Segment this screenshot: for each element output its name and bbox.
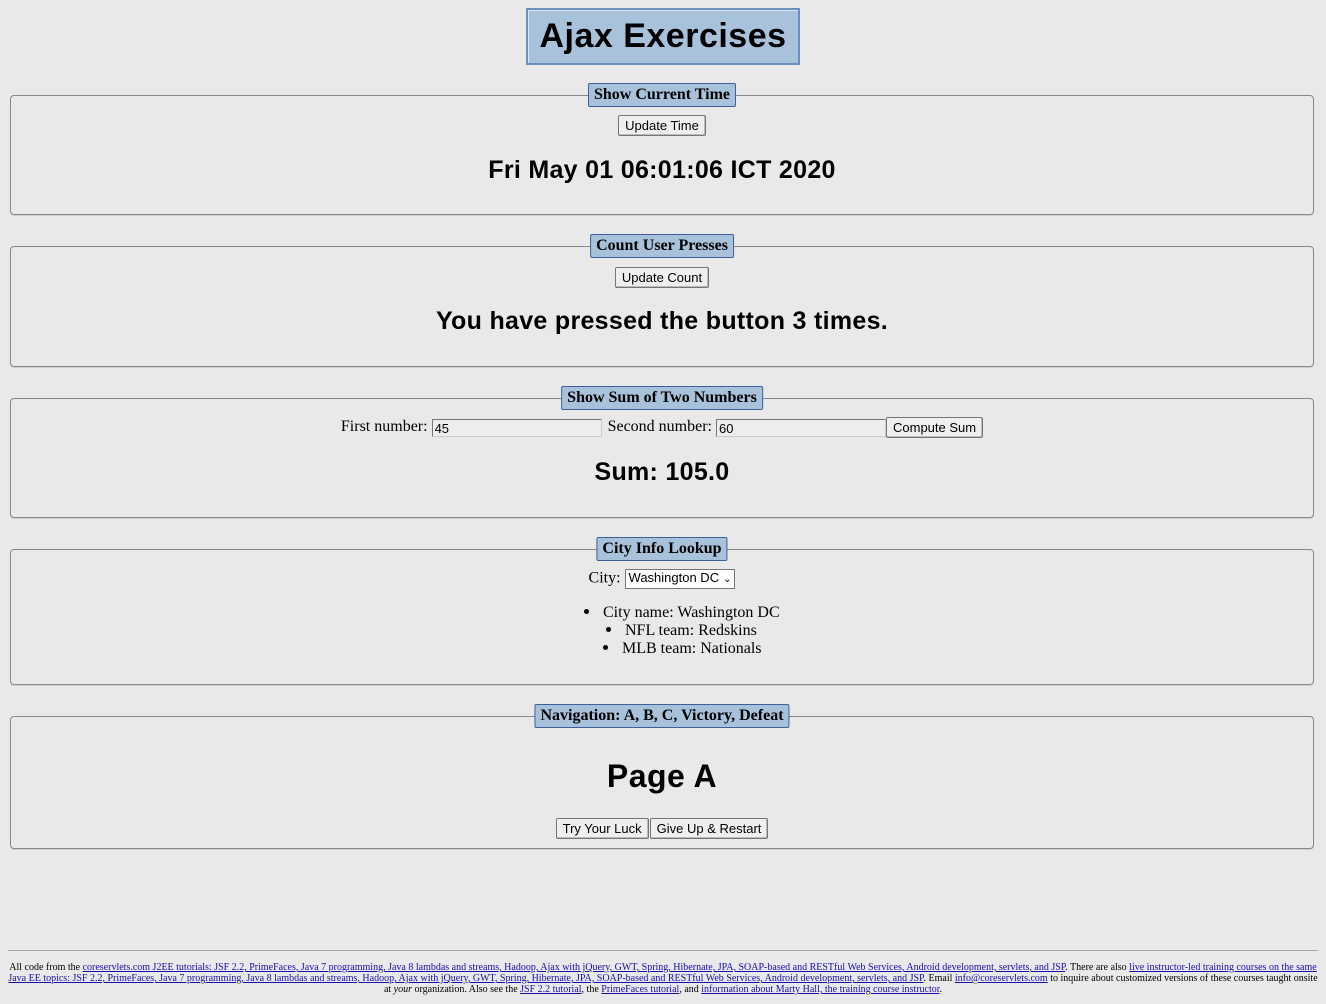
sum-panel: Show Sum of Two Numbers First number: 45… [10, 386, 1314, 518]
city-lookup-panel: City Info Lookup City: Washington DC ⌄ Ci… [10, 537, 1314, 685]
press-count-result: You have pressed the button 3 times. [435, 307, 889, 335]
compute-sum-button[interactable]: Compute Sum [886, 417, 984, 438]
city-select-value: Washington DC [628, 570, 720, 585]
footer-link-tutorials[interactable]: coreservlets.com J2EE tutorials: JSF 2.2… [83, 962, 1066, 973]
page-heading: Page A [606, 758, 718, 794]
page-title: Ajax Exercises [526, 8, 800, 65]
footer-link-jsf-tutorial[interactable]: JSF 2.2 tutorial [520, 984, 581, 995]
update-count-button[interactable]: Update Count [614, 267, 710, 288]
footer-divider [8, 950, 1318, 951]
second-number-label: Second number: [607, 418, 712, 436]
sum-legend: Show Sum of Two Numbers [561, 386, 763, 410]
bullet-icon [606, 626, 611, 632]
sum-result: Sum: 105.0 [594, 458, 730, 486]
current-time-panel: Show Current Time Update Time Fri May 01… [10, 83, 1314, 215]
current-time-legend: Show Current Time [587, 83, 737, 107]
list-item: MLB team: Nationals [603, 640, 762, 658]
page: Ajax Exercises Show Current Time Update … [0, 0, 1326, 1004]
footer-link-primefaces-tutorial[interactable]: PrimeFaces tutorial [601, 984, 679, 995]
footer-link-marty-hall[interactable]: information about Marty Hall, the traini… [701, 984, 939, 995]
footer-link-email[interactable]: info@coreservlets.com [955, 973, 1048, 984]
count-presses-panel: Count User Presses Update Count You have… [10, 234, 1314, 367]
city-lookup-legend: City Info Lookup [596, 537, 728, 561]
list-item: City name: Washington DC [584, 604, 780, 622]
current-time-result: Fri May 01 06:01:06 ICT 2020 [488, 156, 836, 184]
navigation-legend: Navigation: A, B, C, Victory, Defeat [534, 704, 790, 728]
bullet-icon [603, 644, 608, 650]
try-your-luck-button[interactable]: Try Your Luck [555, 818, 649, 839]
city-label: City: [588, 569, 621, 587]
bullet-icon [584, 608, 589, 614]
second-number-input[interactable]: 60 [716, 418, 886, 437]
chevron-down-icon: ⌄ [723, 574, 732, 585]
list-item: NFL team: Redskins [606, 622, 757, 640]
first-number-label: First number: [340, 418, 428, 436]
first-number-input[interactable]: 45 [431, 418, 602, 437]
give-up-restart-button[interactable]: Give Up & Restart [649, 818, 769, 839]
city-select[interactable]: Washington DC ⌄ [624, 569, 736, 589]
count-presses-legend: Count User Presses [590, 234, 734, 258]
footer: All code from the coreservlets.com J2EE … [8, 962, 1318, 995]
navigation-panel: Navigation: A, B, C, Victory, Defeat Pag… [10, 704, 1314, 849]
update-time-button[interactable]: Update Time [618, 115, 706, 136]
